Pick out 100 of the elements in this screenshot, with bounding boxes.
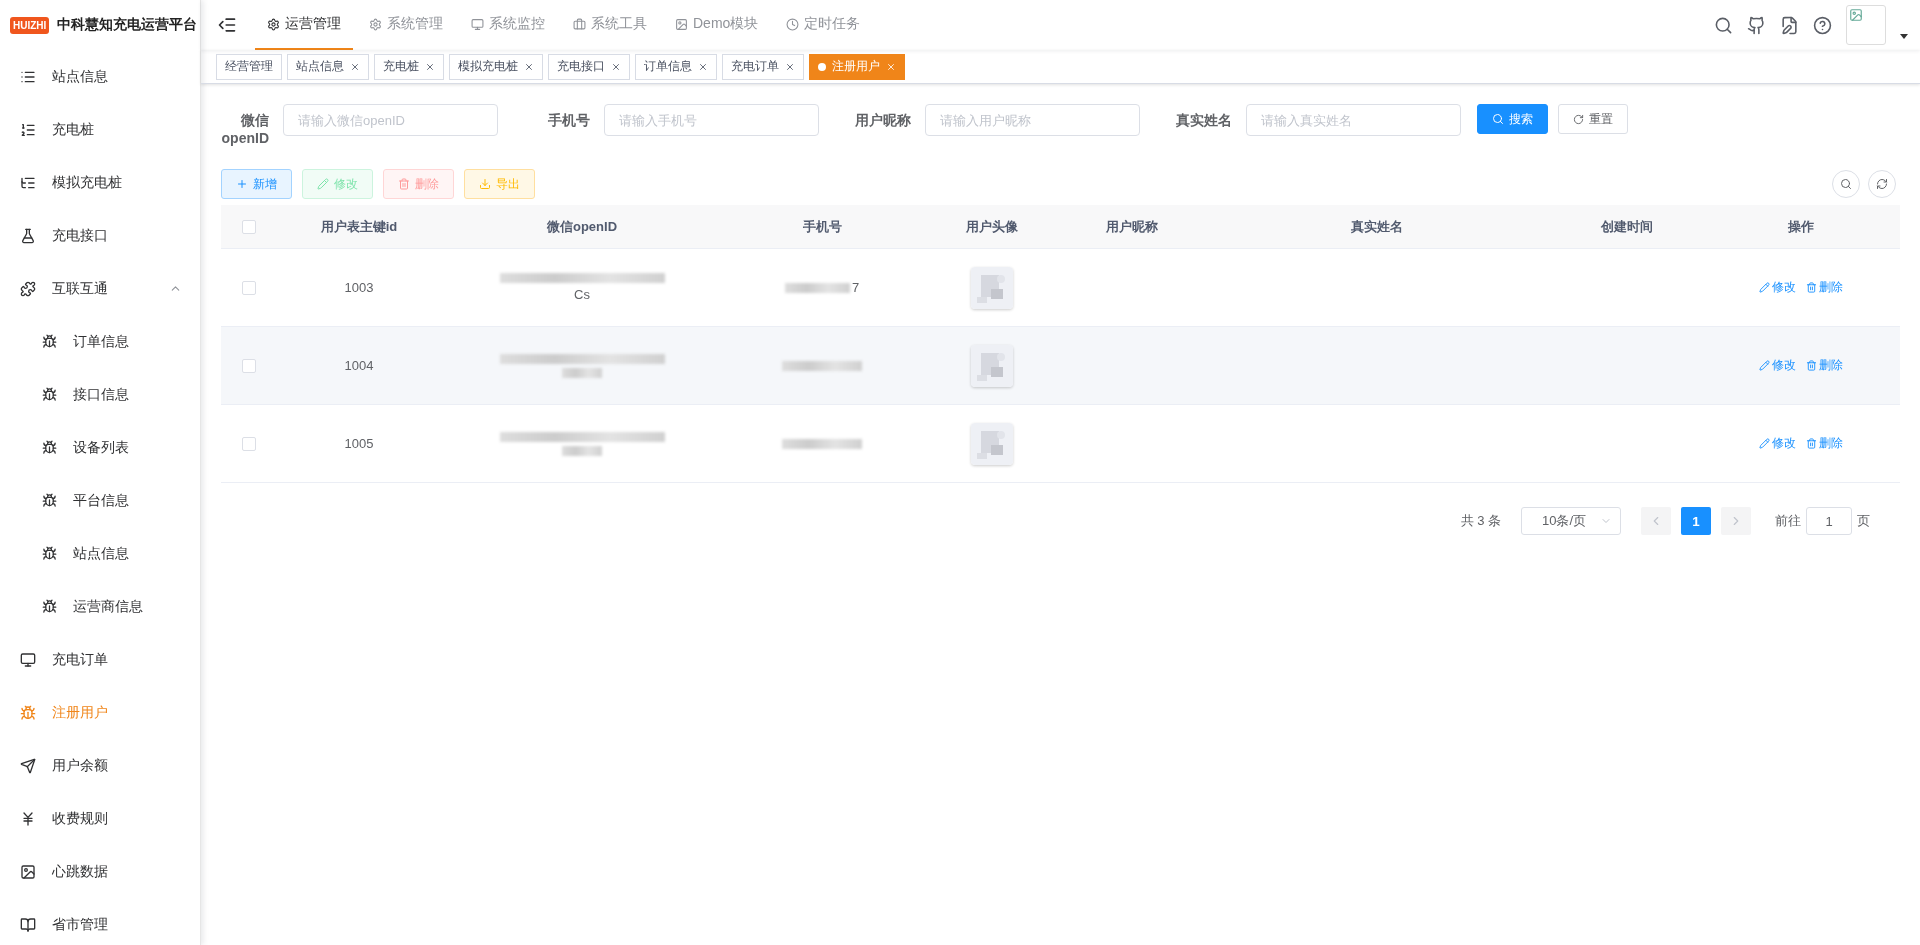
plus-icon: [236, 178, 248, 190]
monitor-icon: [20, 651, 36, 668]
sidebar-item[interactable]: 互联互通: [0, 262, 200, 315]
table-cell: 7: [851, 280, 860, 295]
sidebar-subitem[interactable]: 平台信息: [0, 474, 200, 527]
tag-label: 充电订单: [731, 58, 779, 75]
help-icon[interactable]: [1813, 15, 1832, 35]
bug-icon: [42, 546, 57, 561]
sidebar-subitem[interactable]: 运营商信息: [0, 580, 200, 633]
checkbox[interactable]: [241, 219, 256, 234]
search-icon: [1492, 113, 1504, 125]
nav-tab-label: 系统管理: [387, 15, 443, 33]
sidebar-item[interactable]: 站点信息: [0, 50, 200, 103]
page-size-select[interactable]: 10条/页: [1521, 507, 1621, 535]
monitor-icon: [471, 17, 484, 31]
input-field[interactable]: 请输入用户昵称: [925, 104, 1140, 136]
close-icon[interactable]: [785, 61, 795, 72]
redacted-text: [784, 282, 850, 293]
sidebar-subitem[interactable]: 站点信息: [0, 527, 200, 580]
column-header: 用户表主键id: [276, 205, 442, 249]
trash-icon: [1806, 438, 1817, 449]
bug-icon: [20, 704, 36, 721]
nav-tab-label: 系统监控: [489, 15, 545, 33]
field-label: 用户昵称: [854, 111, 912, 129]
sidebar-subitem[interactable]: 订单信息: [0, 315, 200, 368]
goto-label: 前往: [1775, 512, 1801, 530]
download-icon: [479, 178, 491, 190]
yen-icon: [20, 810, 36, 827]
close-icon[interactable]: [611, 61, 621, 72]
nav-tab[interactable]: 运营管理: [255, 0, 353, 50]
flask-icon: [20, 227, 36, 244]
page-tag[interactable]: 经营管理: [216, 53, 282, 80]
sidebar-item[interactable]: 心跳数据: [0, 845, 200, 898]
numbered-list-icon: [20, 121, 36, 138]
sidebar-subitem[interactable]: 接口信息: [0, 368, 200, 421]
clock-icon: [786, 17, 800, 31]
column-header: 操作: [1702, 205, 1900, 249]
sidebar-subitem[interactable]: 设备列表: [0, 421, 200, 474]
page-tag[interactable]: 模拟充电桩: [449, 53, 543, 80]
close-icon[interactable]: [350, 61, 360, 72]
refresh-icon: [1573, 113, 1584, 125]
bug-icon: [42, 599, 57, 614]
sidebar-item[interactable]: 模拟充电桩: [0, 156, 200, 209]
refresh-button[interactable]: [1868, 170, 1896, 198]
close-icon[interactable]: [698, 61, 708, 72]
checkbox[interactable]: [241, 436, 256, 451]
sidebar-item[interactable]: 充电接口: [0, 209, 200, 262]
page-tag[interactable]: 站点信息: [287, 53, 369, 80]
tag-label: 模拟充电桩: [458, 58, 518, 75]
document-edit-icon[interactable]: [1780, 15, 1799, 35]
briefcase-icon: [573, 17, 586, 31]
page-tag[interactable]: 充电桩: [374, 53, 444, 80]
reset-button[interactable]: 重置: [1558, 104, 1628, 134]
input-field[interactable]: 请输入真实姓名: [1246, 104, 1461, 136]
table-cell: 1005: [344, 436, 374, 451]
bug-icon: [42, 387, 57, 402]
checkbox[interactable]: [241, 358, 256, 373]
pencil-icon: [1759, 282, 1770, 293]
close-icon[interactable]: [524, 61, 534, 72]
field-label: 手机号: [547, 111, 591, 129]
github-icon[interactable]: [1747, 15, 1766, 35]
field-label: 微信openID: [221, 111, 270, 147]
pencil-icon: [1759, 438, 1770, 449]
sidebar-item[interactable]: 省市管理: [0, 898, 200, 945]
sidebar-item[interactable]: 充电订单: [0, 633, 200, 686]
bug-icon: [42, 440, 57, 455]
sidebar-item[interactable]: 用户余额: [0, 739, 200, 792]
redacted-text: [562, 367, 602, 378]
trash-icon: [398, 178, 410, 190]
search-icon[interactable]: [1714, 15, 1733, 35]
image-icon: [20, 863, 36, 880]
redacted-text: [562, 445, 602, 456]
bug-icon: [42, 493, 57, 508]
search-icon: [1840, 178, 1852, 190]
page-tag[interactable]: 订单信息: [635, 53, 717, 80]
pencil-icon: [317, 178, 329, 190]
input-field[interactable]: 请输入手机号: [604, 104, 819, 136]
tag-label: 充电桩: [383, 58, 419, 75]
nav-tab-label: 运营管理: [285, 15, 341, 33]
menu-icon[interactable]: [217, 15, 237, 35]
pencil-icon: [1759, 360, 1770, 371]
tag-label: 订单信息: [644, 58, 692, 75]
column-header: 创建时间: [1552, 205, 1702, 249]
page-input[interactable]: 1: [1806, 507, 1852, 535]
caret-icon[interactable]: [1900, 33, 1908, 39]
page-tag[interactable]: 充电订单: [722, 53, 804, 80]
table-cell: 1004: [344, 358, 374, 373]
total-count: 共 3 条: [1460, 512, 1501, 530]
page-tag[interactable]: 充电接口: [548, 53, 630, 80]
sidebar-item[interactable]: 收费规则: [0, 792, 200, 845]
checkbox[interactable]: [241, 280, 256, 295]
book-icon: [20, 916, 36, 933]
sidebar-item[interactable]: 充电桩: [0, 103, 200, 156]
column-header: 用户头像: [922, 205, 1062, 249]
search-toggle-button[interactable]: [1832, 170, 1860, 198]
app-title: 中科慧知充电运营平台: [57, 16, 198, 34]
input-field[interactable]: 请输入微信openID: [283, 104, 498, 136]
tag-label: 注册用户: [832, 58, 880, 75]
close-icon[interactable]: [425, 61, 435, 72]
nav-tab-label: Demo模块: [693, 15, 759, 33]
